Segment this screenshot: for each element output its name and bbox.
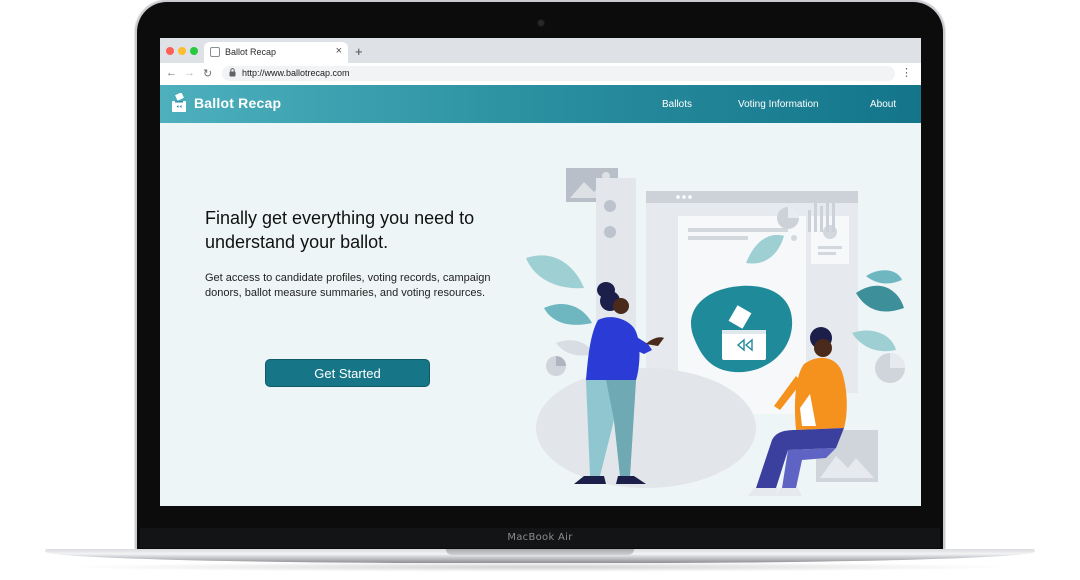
hero-headline: Finally get everything you need to under…	[205, 208, 475, 252]
window-zoom-button[interactable]	[190, 47, 198, 55]
nav-about[interactable]: About	[870, 99, 896, 110]
brand-link[interactable]: Ballot Recap	[171, 93, 281, 113]
browser-toolbar: ← → ↻ http://www.ballotrecap.com ⋮	[160, 63, 921, 86]
tab-close-icon[interactable]: ×	[336, 45, 342, 57]
browser-tabstrip: Ballot Recap × +	[160, 38, 921, 63]
window-minimize-button[interactable]	[178, 47, 186, 55]
laptop-base-notch	[446, 549, 634, 555]
hero-illustration	[526, 168, 905, 496]
get-started-button[interactable]: Get Started	[265, 359, 430, 387]
site-header: Ballot Recap Ballots Voting Information …	[160, 85, 921, 123]
window-close-button[interactable]	[166, 47, 174, 55]
new-tab-icon[interactable]: +	[355, 44, 363, 59]
hero-body: Get access to candidate profiles, voting…	[205, 272, 491, 299]
laptop-shadow	[60, 562, 1020, 572]
address-bar[interactable]: http://www.ballotrecap.com	[222, 66, 895, 81]
browser-tab[interactable]: Ballot Recap ×	[204, 42, 348, 63]
forward-arrow-icon[interactable]: →	[184, 67, 195, 79]
menu-dots-icon[interactable]: ⋮	[901, 66, 912, 79]
lock-icon	[229, 68, 236, 79]
ballot-box-logo-icon	[172, 93, 186, 112]
device-label: MacBook Air	[507, 532, 573, 543]
url-text: http://www.ballotrecap.com	[242, 68, 350, 78]
reload-icon[interactable]: ↻	[203, 67, 212, 80]
webcam	[538, 20, 544, 26]
tab-title: Ballot Recap	[225, 47, 277, 57]
nav-ballots[interactable]: Ballots	[662, 99, 692, 110]
brand-name: Ballot Recap	[194, 95, 282, 111]
screen: Ballot Recap × + ← → ↻ http://www.ballot…	[160, 38, 921, 506]
nav-voting-information[interactable]: Voting Information	[738, 99, 819, 110]
ballot-box-favicon-icon	[210, 47, 220, 57]
back-arrow-icon[interactable]: ←	[166, 67, 177, 79]
